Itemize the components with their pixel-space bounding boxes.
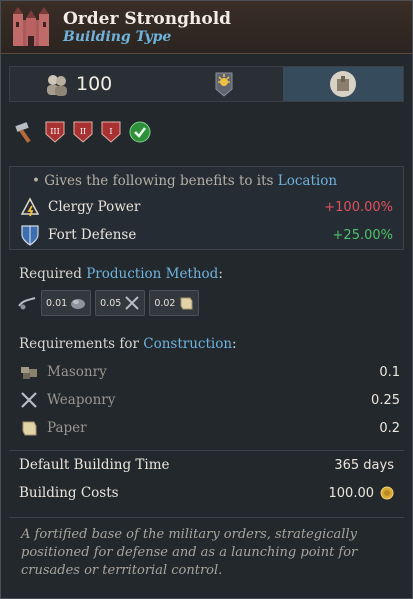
svg-text:II: II	[80, 127, 86, 136]
building-cost-value: 100.00	[328, 485, 375, 501]
production-input-chip[interactable]: 0.02	[149, 290, 200, 316]
building-time-value: 365 days	[334, 457, 394, 473]
requirement-row: Masonry 0.1	[1, 358, 412, 386]
chip-value: 0.01	[46, 297, 68, 309]
tab-population[interactable]: 100	[10, 67, 164, 101]
production-input-chip[interactable]: 0.01	[41, 290, 92, 316]
production-heading: Required Production Method:	[1, 260, 412, 288]
requirement-value: 0.25	[371, 392, 400, 408]
production-heading-colon: :	[218, 266, 223, 282]
checkmark-icon	[129, 121, 151, 143]
population-icon	[47, 75, 67, 96]
building-flags-row: III II I	[1, 110, 412, 154]
tier-one-icon: I	[101, 121, 121, 143]
shield-icon	[21, 225, 39, 246]
weaponry-icon	[21, 392, 37, 408]
construction-heading: Requirements for Construction:	[1, 330, 412, 358]
construction-heading-colon: :	[232, 336, 237, 352]
population-count: 100	[76, 73, 113, 95]
building-cost-row: Building Costs 100.00	[9, 479, 404, 507]
benefit-label[interactable]: Clergy Power	[48, 199, 324, 215]
requirement-label[interactable]: Paper	[47, 420, 379, 436]
production-method-link[interactable]: Production Method	[86, 266, 218, 282]
benefit-label[interactable]: Fort Defense	[48, 227, 333, 243]
iron-icon	[71, 299, 86, 309]
benefit-row: Fort Defense +25.00%	[10, 221, 403, 249]
requirement-label[interactable]: Weaponry	[47, 392, 371, 408]
castle-icon	[13, 7, 49, 46]
production-heading-text: Required	[19, 266, 82, 282]
estate-icon	[215, 72, 232, 97]
benefits-intro: • Gives the following benefits to its Lo…	[10, 167, 403, 193]
paper-icon	[180, 297, 193, 310]
requirement-row: Paper 0.2	[1, 414, 412, 442]
chip-value: 0.02	[154, 297, 176, 309]
building-type-label[interactable]: Building Type	[63, 29, 231, 45]
benefit-value: +25.00%	[332, 227, 393, 243]
production-method-row: 0.01 0.05 0.02	[1, 288, 412, 318]
tab-bar: 100	[9, 66, 404, 102]
masonry-icon	[21, 367, 37, 379]
hammer-icon	[15, 122, 31, 143]
requirement-row: Weaponry 0.25	[1, 386, 412, 414]
building-stats: Default Building Time 365 days Building …	[9, 450, 404, 507]
benefit-row: Clergy Power +100.00%	[10, 193, 403, 221]
tab-location[interactable]	[283, 67, 404, 101]
building-title: Order Stronghold	[63, 9, 232, 29]
construction-link[interactable]: Construction	[143, 336, 232, 352]
requirement-label[interactable]: Masonry	[47, 364, 379, 380]
construction-heading-text: Requirements for	[19, 336, 139, 352]
chip-value: 0.05	[100, 297, 122, 309]
paper-icon	[22, 421, 37, 436]
clergy-power-icon	[20, 197, 40, 217]
building-tooltip: Order Stronghold Building Type 100 III I…	[0, 0, 413, 599]
weaponry-icon	[125, 296, 140, 310]
benefits-intro-text: • Gives the following benefits to its	[32, 173, 274, 189]
tab-estate[interactable]	[164, 67, 284, 101]
tooltip-header: Order Stronghold Building Type	[1, 1, 412, 54]
requirement-value: 0.2	[379, 420, 400, 436]
benefits-panel: • Gives the following benefits to its Lo…	[9, 166, 404, 250]
requirement-value: 0.1	[379, 364, 400, 380]
tier-three-icon: III	[45, 121, 65, 143]
benefit-value: +100.00%	[324, 199, 393, 215]
svg-text:III: III	[50, 127, 59, 136]
building-time-label: Default Building Time	[19, 457, 170, 473]
svg-text:I: I	[109, 127, 112, 136]
building-time-row: Default Building Time 365 days	[9, 451, 404, 479]
location-icon	[330, 71, 357, 97]
tier-two-icon: II	[73, 121, 93, 143]
location-link[interactable]: Location	[278, 173, 337, 189]
building-description: A fortified base of the military orders,…	[9, 517, 404, 588]
production-method-icon	[18, 297, 36, 310]
production-input-chip[interactable]: 0.05	[95, 290, 146, 316]
gold-coin-icon	[380, 486, 394, 500]
building-cost-label: Building Costs	[19, 485, 119, 501]
